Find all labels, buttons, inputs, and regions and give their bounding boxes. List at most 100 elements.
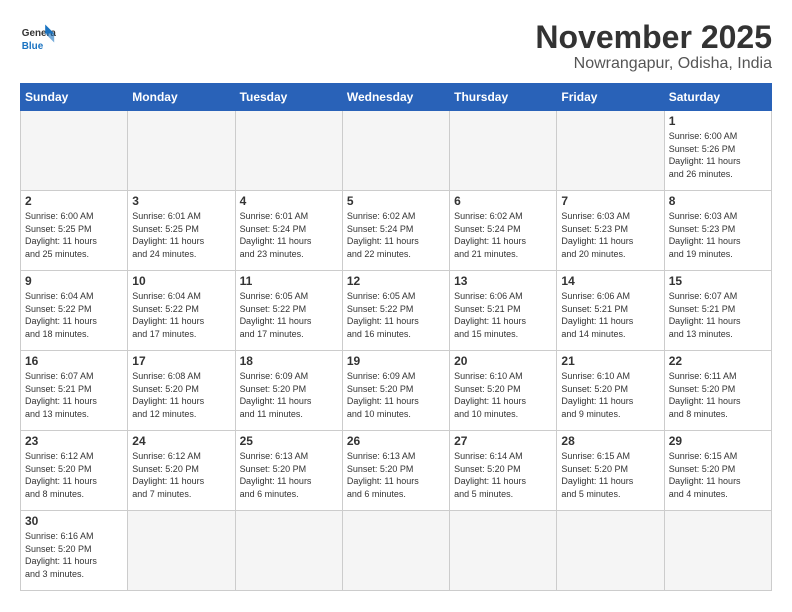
col-friday: Friday	[557, 84, 664, 111]
day-info: Sunrise: 6:12 AM Sunset: 5:20 PM Dayligh…	[132, 450, 230, 500]
day-info: Sunrise: 6:03 AM Sunset: 5:23 PM Dayligh…	[669, 210, 767, 260]
col-sunday: Sunday	[21, 84, 128, 111]
table-row: 28Sunrise: 6:15 AM Sunset: 5:20 PM Dayli…	[557, 431, 664, 511]
subtitle: Nowrangapur, Odisha, India	[535, 55, 772, 73]
table-row	[342, 111, 449, 191]
table-row: 3 Sunrise: 6:01 AM Sunset: 5:25 PM Daylig…	[128, 191, 235, 271]
table-row: 17 Sunrise: 6:08 AM Sunset: 5:20 PM Dayli…	[128, 351, 235, 431]
day-info: Sunrise: 6:01 AM Sunset: 5:24 PM Dayligh…	[240, 210, 338, 260]
day-number: 8	[669, 194, 767, 208]
day-info: Sunrise: 6:12 AM Sunset: 5:20 PM Dayligh…	[25, 450, 123, 500]
day-number: 15	[669, 274, 767, 288]
day-number: 30	[25, 514, 123, 528]
day-info: Sunrise: 6:11 AM Sunset: 5:20 PM Dayligh…	[669, 370, 767, 420]
day-number: 6	[454, 194, 552, 208]
day-number: 24	[132, 434, 230, 448]
day-info: Sunrise: 6:07 AM Sunset: 5:21 PM Dayligh…	[669, 290, 767, 340]
day-info: Sunrise: 6:02 AM Sunset: 5:24 PM Dayligh…	[454, 210, 552, 260]
table-row	[128, 111, 235, 191]
day-info: Sunrise: 6:13 AM Sunset: 5:20 PM Dayligh…	[240, 450, 338, 500]
day-number: 5	[347, 194, 445, 208]
table-row: 27Sunrise: 6:14 AM Sunset: 5:20 PM Dayli…	[450, 431, 557, 511]
day-info: Sunrise: 6:15 AM Sunset: 5:20 PM Dayligh…	[669, 450, 767, 500]
table-row: 9 Sunrise: 6:04 AM Sunset: 5:22 PM Daylig…	[21, 271, 128, 351]
table-row: 14 Sunrise: 6:06 AM Sunset: 5:21 PM Dayli…	[557, 271, 664, 351]
table-row: 10 Sunrise: 6:04 AM Sunset: 5:22 PM Dayli…	[128, 271, 235, 351]
calendar-table: Sunday Monday Tuesday Wednesday Thursday…	[20, 83, 772, 591]
table-row	[342, 511, 449, 591]
day-info: Sunrise: 6:06 AM Sunset: 5:21 PM Dayligh…	[561, 290, 659, 340]
day-number: 2	[25, 194, 123, 208]
col-wednesday: Wednesday	[342, 84, 449, 111]
day-number: 22	[669, 354, 767, 368]
day-number: 25	[240, 434, 338, 448]
table-row: 4 Sunrise: 6:01 AM Sunset: 5:24 PM Daylig…	[235, 191, 342, 271]
table-row: 2 Sunrise: 6:00 AM Sunset: 5:25 PM Daylig…	[21, 191, 128, 271]
day-number: 28	[561, 434, 659, 448]
table-row: 11Sunrise: 6:05 AM Sunset: 5:22 PM Dayli…	[235, 271, 342, 351]
day-number: 17	[132, 354, 230, 368]
day-info: Sunrise: 6:00 AM Sunset: 5:25 PM Dayligh…	[25, 210, 123, 260]
day-number: 3	[132, 194, 230, 208]
table-row: 30 Sunrise: 6:16 AM Sunset: 5:20 PM Dayli…	[21, 511, 128, 591]
table-row	[557, 511, 664, 591]
table-row: 13 Sunrise: 6:06 AM Sunset: 5:21 PM Dayli…	[450, 271, 557, 351]
day-number: 14	[561, 274, 659, 288]
table-row: 1 Sunrise: 6:00 AM Sunset: 5:26 PM Daylig…	[664, 111, 771, 191]
col-tuesday: Tuesday	[235, 84, 342, 111]
general-blue-icon: General Blue	[20, 20, 56, 56]
table-row: 15 Sunrise: 6:07 AM Sunset: 5:21 PM Dayli…	[664, 271, 771, 351]
day-info: Sunrise: 6:13 AM Sunset: 5:20 PM Dayligh…	[347, 450, 445, 500]
table-row	[664, 511, 771, 591]
table-row: 16Sunrise: 6:07 AM Sunset: 5:21 PM Dayli…	[21, 351, 128, 431]
day-number: 18	[240, 354, 338, 368]
table-row: 22 Sunrise: 6:11 AM Sunset: 5:20 PM Dayli…	[664, 351, 771, 431]
day-info: Sunrise: 6:04 AM Sunset: 5:22 PM Dayligh…	[132, 290, 230, 340]
table-row: 26 Sunrise: 6:13 AM Sunset: 5:20 PM Dayli…	[342, 431, 449, 511]
day-info: Sunrise: 6:00 AM Sunset: 5:26 PM Dayligh…	[669, 130, 767, 180]
day-info: Sunrise: 6:05 AM Sunset: 5:22 PM Dayligh…	[347, 290, 445, 340]
day-number: 11	[240, 274, 338, 288]
table-row	[235, 511, 342, 591]
table-row	[450, 111, 557, 191]
svg-text:Blue: Blue	[22, 41, 44, 52]
day-info: Sunrise: 6:04 AM Sunset: 5:22 PM Dayligh…	[25, 290, 123, 340]
calendar-header-row: Sunday Monday Tuesday Wednesday Thursday…	[21, 84, 772, 111]
day-info: Sunrise: 6:16 AM Sunset: 5:20 PM Dayligh…	[25, 530, 123, 580]
table-row: 7 Sunrise: 6:03 AM Sunset: 5:23 PM Daylig…	[557, 191, 664, 271]
header: General Blue November 2025 Nowrangapur, …	[20, 20, 772, 73]
table-row: 8 Sunrise: 6:03 AM Sunset: 5:23 PM Daylig…	[664, 191, 771, 271]
day-info: Sunrise: 6:01 AM Sunset: 5:25 PM Dayligh…	[132, 210, 230, 260]
table-row: 5Sunrise: 6:02 AM Sunset: 5:24 PM Daylig…	[342, 191, 449, 271]
day-info: Sunrise: 6:09 AM Sunset: 5:20 PM Dayligh…	[240, 370, 338, 420]
table-row: 19Sunrise: 6:09 AM Sunset: 5:20 PM Dayli…	[342, 351, 449, 431]
day-number: 7	[561, 194, 659, 208]
day-number: 19	[347, 354, 445, 368]
table-row	[450, 511, 557, 591]
col-saturday: Saturday	[664, 84, 771, 111]
table-row	[557, 111, 664, 191]
table-row	[128, 511, 235, 591]
logo: General Blue	[20, 20, 56, 56]
day-info: Sunrise: 6:14 AM Sunset: 5:20 PM Dayligh…	[454, 450, 552, 500]
day-info: Sunrise: 6:10 AM Sunset: 5:20 PM Dayligh…	[454, 370, 552, 420]
day-number: 20	[454, 354, 552, 368]
day-number: 21	[561, 354, 659, 368]
table-row	[21, 111, 128, 191]
day-number: 9	[25, 274, 123, 288]
table-row: 12Sunrise: 6:05 AM Sunset: 5:22 PM Dayli…	[342, 271, 449, 351]
table-row: 6 Sunrise: 6:02 AM Sunset: 5:24 PM Daylig…	[450, 191, 557, 271]
day-number: 1	[669, 114, 767, 128]
day-number: 26	[347, 434, 445, 448]
day-number: 4	[240, 194, 338, 208]
day-number: 23	[25, 434, 123, 448]
main-title: November 2025	[535, 20, 772, 55]
day-info: Sunrise: 6:06 AM Sunset: 5:21 PM Dayligh…	[454, 290, 552, 340]
day-info: Sunrise: 6:03 AM Sunset: 5:23 PM Dayligh…	[561, 210, 659, 260]
day-number: 13	[454, 274, 552, 288]
col-thursday: Thursday	[450, 84, 557, 111]
day-number: 10	[132, 274, 230, 288]
day-info: Sunrise: 6:07 AM Sunset: 5:21 PM Dayligh…	[25, 370, 123, 420]
day-info: Sunrise: 6:08 AM Sunset: 5:20 PM Dayligh…	[132, 370, 230, 420]
table-row: 21Sunrise: 6:10 AM Sunset: 5:20 PM Dayli…	[557, 351, 664, 431]
